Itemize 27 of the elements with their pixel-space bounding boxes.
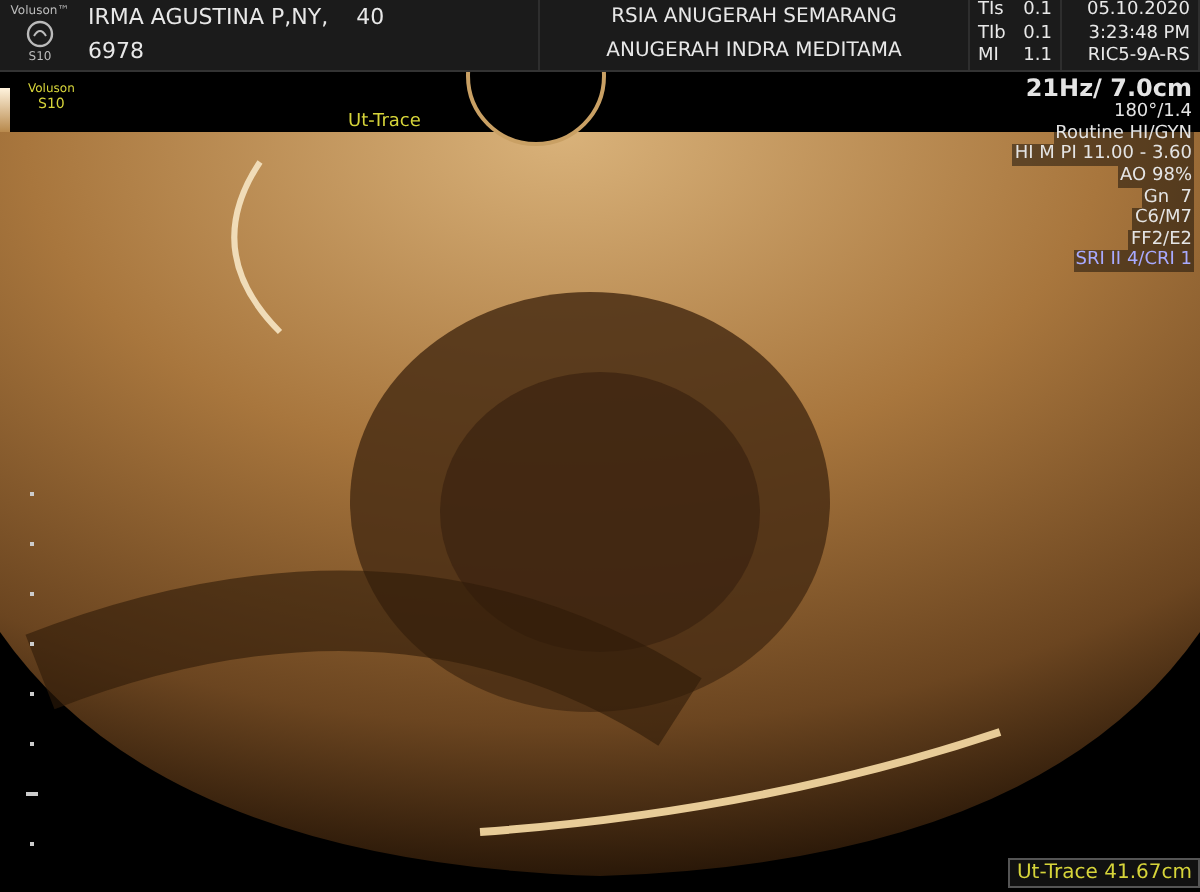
- patient-id: 6978: [88, 40, 144, 65]
- scan-parameter: 180°/1.4: [1111, 102, 1194, 124]
- index-value: 0.1: [1023, 2, 1052, 22]
- scan-parameter: AO 98%: [1118, 165, 1194, 188]
- exam-time: 3:23:48 PM: [1088, 25, 1190, 45]
- index-value: 0.1: [1023, 25, 1052, 45]
- logo-icon: [26, 20, 54, 48]
- index-value: 1.1: [1023, 48, 1052, 68]
- scan-parameter: 21Hz/ 7.0cm: [1023, 74, 1194, 103]
- scan-parameter: Routine HI/GYN: [1053, 123, 1194, 145]
- scan-parameter: FF2/E2: [1128, 229, 1194, 251]
- scan-parameter: HI M PI 11.00 - 3.60: [1012, 144, 1194, 166]
- trace-label: Ut-Trace: [348, 112, 421, 132]
- grayscale-bar: [0, 88, 10, 132]
- operator-name: ANUGERAH INDRA MEDITAMA: [606, 42, 902, 63]
- scan-parameter: SRI II 4/CRI 1: [1073, 250, 1194, 273]
- hospital-name: RSIA ANUGERAH SEMARANG: [611, 7, 897, 28]
- index-label: MI: [978, 48, 999, 68]
- scan-parameter: C6/M7: [1132, 208, 1194, 230]
- patient-age: 40: [356, 5, 385, 30]
- scan-parameter: Gn 7: [1141, 187, 1194, 209]
- index-label: TIb: [978, 25, 1006, 45]
- measurement-readout: Ut-Trace 41.67cm: [1008, 858, 1200, 888]
- probe-name: RIC5-9A-RS: [1087, 48, 1190, 68]
- patient-name: IRMA AGUSTINA P,NY,: [88, 5, 329, 30]
- exam-date: 05.10.2020: [1086, 2, 1190, 22]
- index-label: TIs: [978, 2, 1004, 22]
